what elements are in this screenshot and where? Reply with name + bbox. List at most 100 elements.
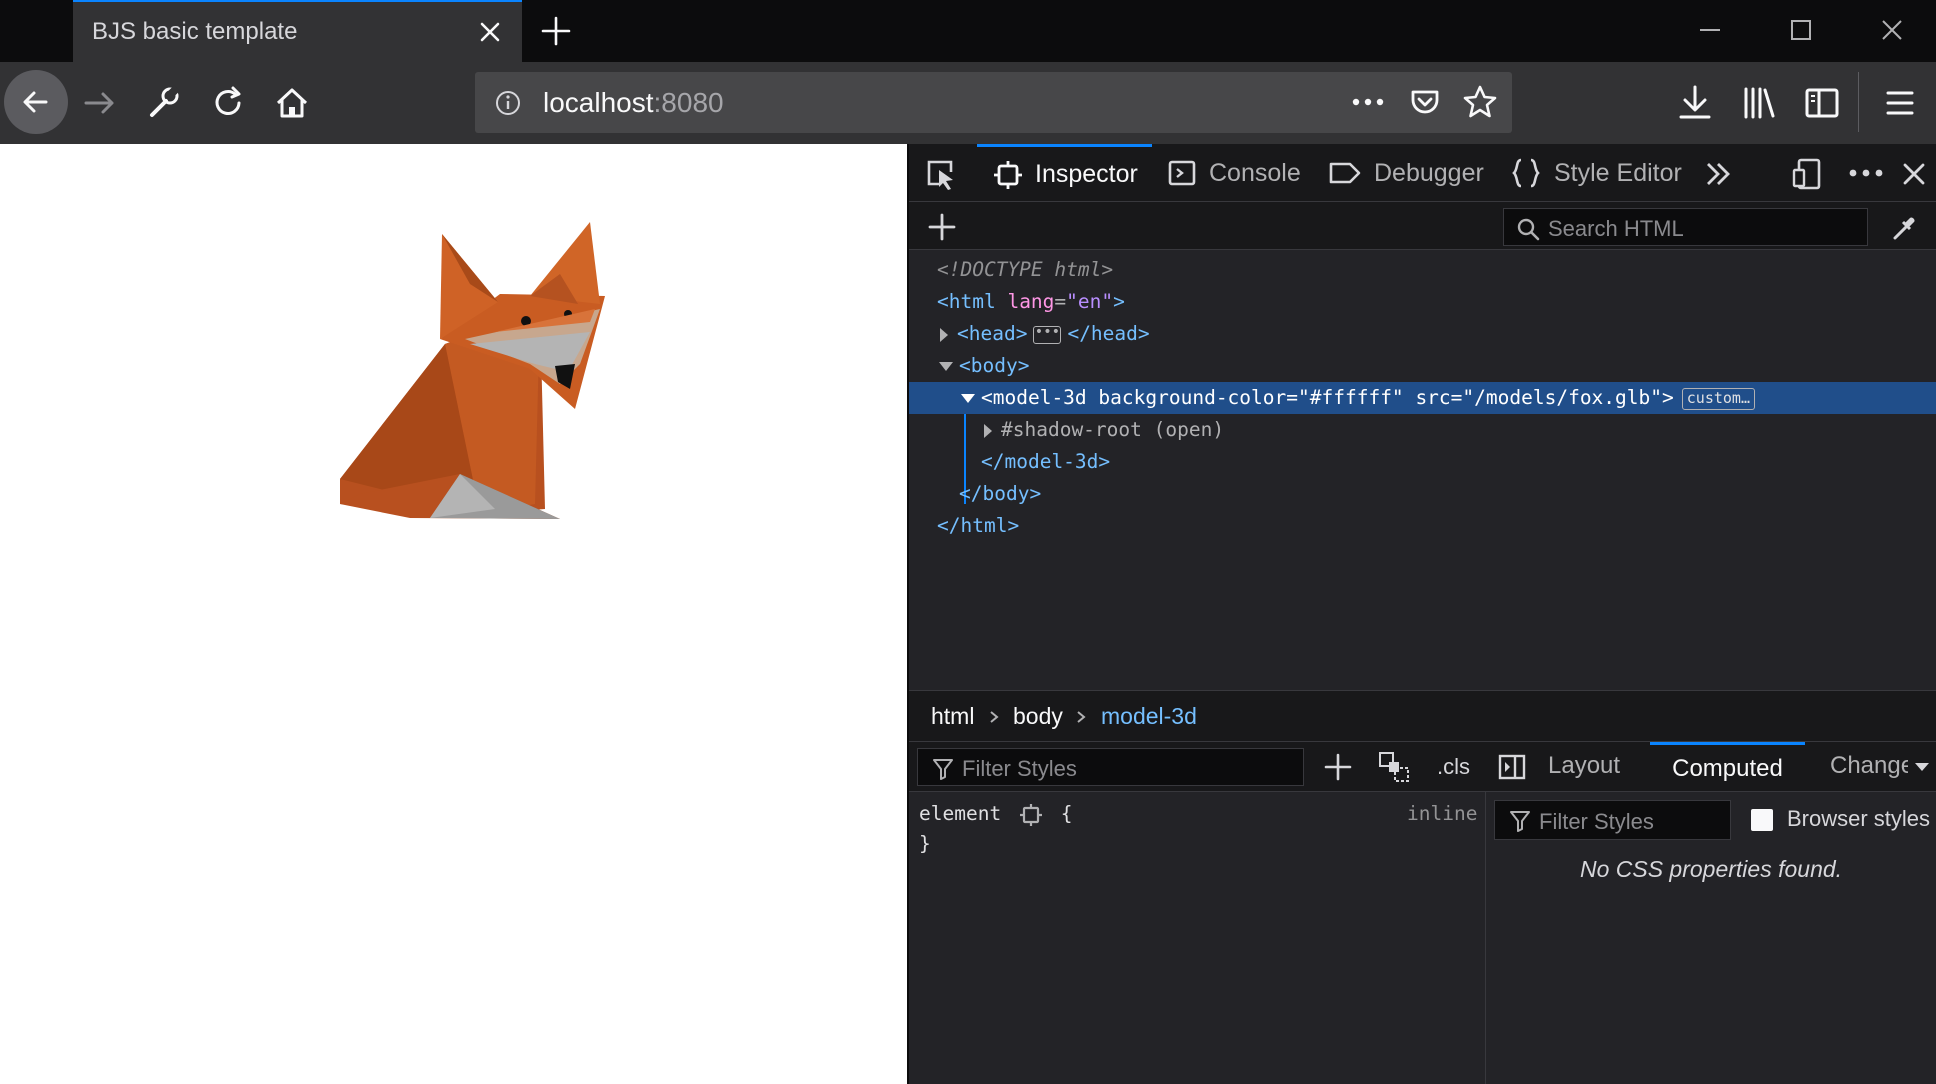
- markup-view: <!DOCTYPE html> <html lang="en"> <head> •…: [909, 250, 1936, 690]
- browser-window: BJS basic template localhost:8080 Inspec…: [0, 0, 1936, 1084]
- bookmark-star-icon[interactable]: [1461, 83, 1499, 121]
- tab-title: BJS basic template: [92, 18, 298, 45]
- open-brace: {: [1060, 802, 1073, 825]
- url-bar[interactable]: localhost:8080: [475, 72, 1512, 133]
- background-color-attr: background-color: [1098, 386, 1287, 409]
- devtools-options-icon[interactable]: [1846, 160, 1886, 186]
- close-window-icon[interactable]: [1872, 10, 1912, 50]
- pocket-icon[interactable]: [1407, 84, 1443, 120]
- browser-tab[interactable]: BJS basic template: [73, 0, 522, 62]
- url-host: localhost: [543, 87, 654, 118]
- nav-bar: localhost:8080: [0, 62, 1936, 144]
- markup-toolbar: Search HTML: [909, 202, 1936, 250]
- wrench-icon[interactable]: [142, 81, 186, 125]
- collapse-triangle-icon[interactable]: [959, 389, 977, 409]
- element-picker-icon[interactable]: [923, 156, 959, 192]
- tab-style-editor[interactable]: Style Editor: [1510, 144, 1682, 202]
- url-text[interactable]: localhost:8080: [543, 87, 724, 119]
- element-rule[interactable]: element {: [919, 802, 1072, 827]
- fox-3d-model[interactable]: [330, 214, 620, 534]
- back-button[interactable]: [4, 70, 68, 134]
- debugger-icon: [1329, 162, 1361, 184]
- browser-styles-label[interactable]: Browser styles: [1787, 806, 1930, 832]
- head-node-line[interactable]: <head> ••• </head>: [937, 318, 1150, 350]
- tab-inspector[interactable]: Inspector: [977, 144, 1152, 202]
- breadcrumb-body[interactable]: body: [1013, 703, 1063, 730]
- reload-icon[interactable]: [206, 81, 250, 125]
- maximize-icon[interactable]: [1781, 10, 1821, 50]
- shadow-root-line[interactable]: #shadow-root (open): [981, 414, 1224, 446]
- model-3d-close-tag: </model-3d>: [981, 450, 1111, 473]
- url-port: :8080: [653, 87, 724, 118]
- more-tools-chevron-icon[interactable]: [1702, 158, 1734, 190]
- page-actions-icon[interactable]: [1350, 90, 1386, 114]
- eyedropper-icon[interactable]: [1889, 211, 1921, 243]
- forward-arrow-icon[interactable]: [78, 81, 122, 125]
- tab-style-editor-label: Style Editor: [1554, 158, 1682, 187]
- model-3d-tag: <model-3d: [981, 386, 1087, 409]
- collapse-triangle-icon[interactable]: [937, 357, 955, 377]
- search-icon: [1517, 218, 1540, 241]
- html-close-line[interactable]: </html>: [937, 510, 1019, 542]
- body-close-line[interactable]: </body>: [959, 478, 1041, 510]
- add-node-icon[interactable]: [927, 212, 957, 242]
- doctype-line[interactable]: <!DOCTYPE html>: [937, 254, 1113, 286]
- tab-debugger[interactable]: Debugger: [1328, 144, 1484, 202]
- src-attr: src: [1415, 386, 1451, 409]
- sidebar-tabs: Layout Computed Changes: [1486, 742, 1936, 792]
- rule-source-link[interactable]: inline: [1407, 802, 1477, 825]
- custom-element-badge[interactable]: custom…: [1681, 387, 1755, 410]
- search-html-placeholder: Search HTML: [1548, 216, 1684, 241]
- element-selector: element: [919, 802, 1002, 825]
- tab-strip: BJS basic template: [0, 0, 1936, 62]
- model-3d-close-line[interactable]: </model-3d>: [981, 446, 1110, 478]
- new-tab-icon[interactable]: [537, 12, 575, 50]
- empty-state-message: No CSS properties found.: [1579, 856, 1843, 882]
- tab-layout[interactable]: Layout: [1548, 742, 1620, 792]
- breadcrumb-html[interactable]: html: [931, 703, 974, 730]
- style-editor-icon: [1512, 158, 1540, 188]
- console-icon: [1168, 160, 1196, 186]
- tab-console[interactable]: Console: [1167, 144, 1301, 202]
- breadcrumb-model-3d[interactable]: model-3d: [1101, 703, 1197, 730]
- html-node-line[interactable]: <html lang="en">: [937, 286, 1125, 318]
- body-node-line[interactable]: <body>: [937, 350, 1029, 382]
- toggle-pseudo-classes-icon[interactable]: [1377, 750, 1411, 784]
- collapsed-content-badge[interactable]: •••: [1033, 325, 1062, 344]
- minimize-icon[interactable]: [1690, 10, 1730, 50]
- tab-inspector-label: Inspector: [1035, 160, 1138, 188]
- rules-panel: Filter Styles .cls element {} inline: [909, 742, 1486, 1084]
- doctype-text: <!DOCTYPE html>: [937, 258, 1114, 281]
- toggle-sidebar-icon[interactable]: [1498, 754, 1526, 780]
- downloads-icon[interactable]: [1673, 81, 1717, 125]
- expand-triangle-icon[interactable]: [981, 421, 995, 441]
- devtools-panel: Inspector Console Debugger Style Editor …: [909, 144, 1936, 1084]
- cls-toggle-button[interactable]: .cls: [1437, 754, 1470, 780]
- browser-styles-checkbox[interactable]: [1751, 809, 1773, 831]
- responsive-design-icon[interactable]: [1791, 156, 1827, 192]
- filter-styles-placeholder: Filter Styles: [962, 756, 1077, 781]
- close-devtools-icon[interactable]: [1898, 158, 1930, 190]
- page-content: [0, 144, 909, 1084]
- back-arrow-icon: [23, 91, 48, 113]
- library-icon[interactable]: [1737, 81, 1781, 125]
- filter-styles-input[interactable]: Filter Styles: [917, 748, 1304, 786]
- model-3d-node-line[interactable]: <model-3d background-color="#ffffff" src…: [909, 382, 1936, 414]
- expand-triangle-icon[interactable]: [937, 325, 951, 345]
- search-html-input[interactable]: Search HTML: [1503, 208, 1868, 246]
- hamburger-menu-icon[interactable]: [1878, 81, 1922, 125]
- tab-computed[interactable]: Computed: [1650, 742, 1805, 792]
- chevron-down-icon[interactable]: [1914, 760, 1930, 774]
- html-tag: <html: [937, 290, 996, 313]
- tab-changes[interactable]: Changes: [1830, 742, 1908, 792]
- add-rule-icon[interactable]: [1323, 752, 1353, 782]
- background-color-value: "#ffffff": [1298, 386, 1404, 409]
- computed-filter-input[interactable]: Filter Styles: [1494, 800, 1731, 840]
- close-tab-icon[interactable]: [473, 15, 507, 49]
- sidebar-icon[interactable]: [1800, 81, 1844, 125]
- inspector-icon: [994, 160, 1022, 189]
- node-highlight-icon[interactable]: [1019, 803, 1043, 827]
- site-info-icon[interactable]: [493, 88, 523, 118]
- computed-sidebar: Layout Computed Changes Filter Styles Br…: [1486, 742, 1936, 1084]
- home-icon[interactable]: [270, 81, 314, 125]
